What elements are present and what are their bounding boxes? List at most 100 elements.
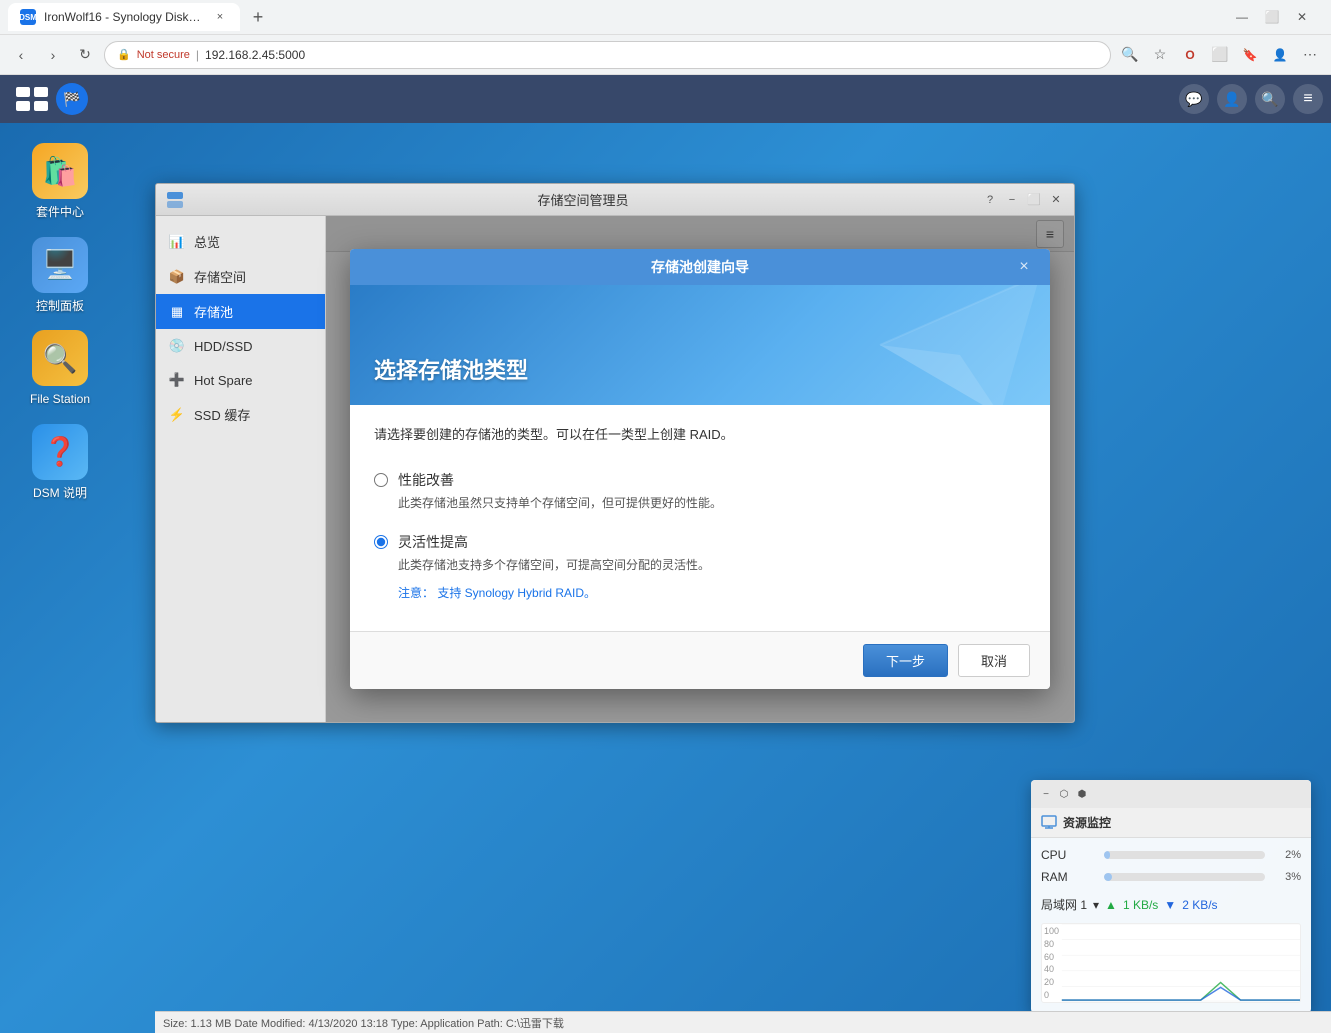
browser-toolbar: ‹ › ↻ 🔒 Not secure | 192.168.2.45:5000 🔍… xyxy=(0,35,1331,75)
network-chart: 100 80 60 40 20 0 xyxy=(1041,923,1301,1003)
storage-help-button[interactable]: ? xyxy=(982,192,998,208)
desktop-icon-label-dsm-help: DSM 说明 xyxy=(33,486,87,502)
wizard-footer: 下一步 取消 xyxy=(350,631,1050,689)
taskbar-grid-button[interactable] xyxy=(8,79,48,119)
menu-icon[interactable]: ⋯ xyxy=(1297,42,1323,68)
storage-manager-window: 存储空间管理员 ? − ⬜ ✕ 📊 总览 📦 存储空间 ▦ xyxy=(155,183,1075,723)
bookmark-icon[interactable]: 🔖 xyxy=(1237,42,1263,68)
not-secure-label: Not secure xyxy=(137,49,190,61)
next-button[interactable]: 下一步 xyxy=(863,644,948,677)
storage-sidebar: 📊 总览 📦 存储空间 ▦ 存储池 💿 HDD/SSD ➕ Hot S xyxy=(156,216,326,722)
lock-icon: 🔒 xyxy=(117,48,131,61)
performance-title[interactable]: 性能改善 xyxy=(398,470,722,490)
tab-close-button[interactable]: × xyxy=(212,9,228,25)
sidebar-item-storage-space[interactable]: 📦 存储空间 xyxy=(156,259,325,294)
minimize-button[interactable]: — xyxy=(1229,4,1255,30)
desktop-icon-file-station[interactable]: 🔍 File Station xyxy=(20,330,100,408)
taskbar-right-section: 💬 👤 🔍 ≡ xyxy=(1179,84,1323,114)
close-window-button[interactable]: ✕ xyxy=(1289,4,1315,30)
new-tab-button[interactable]: + xyxy=(244,3,272,31)
hot-spare-icon: ➕ xyxy=(168,371,186,389)
performance-label-group: 性能改善 此类存储池虽然只支持单个存储空间，但可提供更好的性能。 xyxy=(398,470,722,512)
flexible-title[interactable]: 灵活性提高 xyxy=(398,532,710,552)
browser-titlebar: DSM IronWolf16 - Synology DiskStati... ×… xyxy=(0,0,1331,35)
flexible-desc: 此类存储池支持多个存储空间，可提高空间分配的灵活性。 xyxy=(398,556,710,574)
tab-label: IronWolf16 - Synology DiskStati... xyxy=(44,10,204,24)
option-flexible: 灵活性提高 此类存储池支持多个存储空间，可提高空间分配的灵活性。 注意： 支持 … xyxy=(374,522,1026,611)
desktop-icon-package-center[interactable]: 🛍️ 套件中心 xyxy=(20,143,100,221)
browser-tab[interactable]: DSM IronWolf16 - Synology DiskStati... × xyxy=(8,3,240,31)
star-icon[interactable]: ☆ xyxy=(1147,42,1173,68)
desktop-icon-control-panel[interactable]: 🖥️ 控制面板 xyxy=(20,237,100,315)
storage-body: 📊 总览 📦 存储空间 ▦ 存储池 💿 HDD/SSD ➕ Hot S xyxy=(156,216,1074,722)
browser-toolbar-icons: 🔍 ☆ O ⬜ 🔖 👤 ⋯ xyxy=(1117,42,1323,68)
resource-maximize-button[interactable]: ⬢ xyxy=(1075,787,1089,801)
cancel-button[interactable]: 取消 xyxy=(958,644,1030,677)
storage-minimize-button[interactable]: − xyxy=(1004,192,1020,208)
wizard-description: 请选择要创建的存储池的类型。可以在任一类型上创建 RAID。 xyxy=(374,425,1026,445)
extensions-icon[interactable]: ⬜ xyxy=(1207,42,1233,68)
sidebar-item-hdd-ssd[interactable]: 💿 HDD/SSD xyxy=(156,329,325,363)
back-button[interactable]: ‹ xyxy=(8,42,34,68)
desktop-icon-dsm-help[interactable]: ❓ DSM 说明 xyxy=(20,424,100,502)
user-icon[interactable]: 👤 xyxy=(1267,42,1293,68)
radio-performance[interactable] xyxy=(374,473,388,487)
user-account-icon[interactable]: 👤 xyxy=(1217,84,1247,114)
network-dropdown-icon: ▾ xyxy=(1093,898,1099,912)
forward-button[interactable]: › xyxy=(40,42,66,68)
resource-monitor-title: 资源监控 xyxy=(1063,814,1111,831)
ram-row: RAM 3% xyxy=(1041,870,1301,884)
dsm-taskbar: 🏁 💬 👤 🔍 ≡ xyxy=(0,75,1331,123)
wizard-overlay: 存储池创建向导 × 选择存储池类型 xyxy=(326,216,1074,722)
wizard-header-title: 选择存储池类型 xyxy=(374,353,528,385)
network-label: 局域网 1 xyxy=(1041,896,1087,913)
opera-icon[interactable]: O xyxy=(1177,42,1203,68)
wizard-close-button[interactable]: × xyxy=(1012,255,1036,279)
sidebar-label-storage-pool: 存储池 xyxy=(194,302,233,321)
storage-maximize-button[interactable]: ⬜ xyxy=(1026,192,1042,208)
ram-bar xyxy=(1104,873,1112,881)
option-performance: 性能改善 此类存储池虽然只支持单个存储空间，但可提供更好的性能。 xyxy=(374,460,1026,522)
storage-title-text: 存储空间管理员 xyxy=(192,190,974,209)
taskbar-flag-button[interactable]: 🏁 xyxy=(52,79,92,119)
wizard-title: 存储池创建向导 xyxy=(388,257,1012,277)
sidebar-item-storage-pool[interactable]: ▦ 存储池 xyxy=(156,294,325,329)
desktop-icon-label-file-station: File Station xyxy=(30,392,90,408)
resource-monitor-body: CPU 2% RAM 3% 局域网 1 ▾ ▲ 1 KB/s ▼ 2 KB/s xyxy=(1031,838,1311,1013)
storage-space-icon: 📦 xyxy=(168,268,186,286)
sidebar-label-ssd-cache: SSD 缓存 xyxy=(194,405,250,424)
refresh-button[interactable]: ↻ xyxy=(72,42,98,68)
sidebar-item-ssd-cache[interactable]: ⚡ SSD 缓存 xyxy=(156,397,325,432)
hdd-ssd-icon: 💿 xyxy=(168,337,186,355)
address-bar[interactable]: 🔒 Not secure | 192.168.2.45:5000 xyxy=(104,41,1111,69)
performance-desc: 此类存储池虽然只支持单个存储空间，但可提供更好的性能。 xyxy=(398,494,722,512)
network-chart-svg xyxy=(1042,924,1300,1002)
overview-icon: 📊 xyxy=(168,233,186,251)
synology-icon: 🏁 xyxy=(56,83,88,115)
wizard-titlebar: 存储池创建向导 × xyxy=(350,249,1050,285)
sidebar-item-overview[interactable]: 📊 总览 xyxy=(156,224,325,259)
network-up-icon: ▲ xyxy=(1105,898,1117,912)
maximize-button[interactable]: ⬜ xyxy=(1259,4,1285,30)
storage-titlebar: 存储空间管理员 ? − ⬜ ✕ xyxy=(156,184,1074,216)
wizard-header: 选择存储池类型 xyxy=(350,285,1050,405)
window-controls: — ⬜ ✕ xyxy=(1229,4,1315,30)
cpu-label: CPU xyxy=(1041,848,1096,862)
sidebar-item-hot-spare[interactable]: ➕ Hot Spare xyxy=(156,363,325,397)
resource-minimize-button[interactable]: − xyxy=(1039,787,1053,801)
ssd-cache-icon: ⚡ xyxy=(168,406,186,424)
sidebar-label-storage-space: 存储空间 xyxy=(194,267,246,286)
pool-creation-wizard: 存储池创建向导 × 选择存储池类型 xyxy=(350,249,1050,690)
search-taskbar-icon[interactable]: 🔍 xyxy=(1255,84,1285,114)
settings-icon[interactable]: ≡ xyxy=(1293,84,1323,114)
network-down-value: 2 KB/s xyxy=(1182,898,1217,912)
network-up-value: 1 KB/s xyxy=(1123,898,1158,912)
resource-restore-button[interactable]: ⬡ xyxy=(1057,787,1071,801)
chat-icon[interactable]: 💬 xyxy=(1179,84,1209,114)
storage-close-button[interactable]: ✕ xyxy=(1048,192,1064,208)
storage-pool-icon: ▦ xyxy=(168,303,186,321)
ram-percentage: 3% xyxy=(1273,871,1301,883)
radio-flexible[interactable] xyxy=(374,535,388,549)
search-icon[interactable]: 🔍 xyxy=(1117,42,1143,68)
flexible-note: 注意： 支持 Synology Hybrid RAID。 xyxy=(398,584,710,601)
